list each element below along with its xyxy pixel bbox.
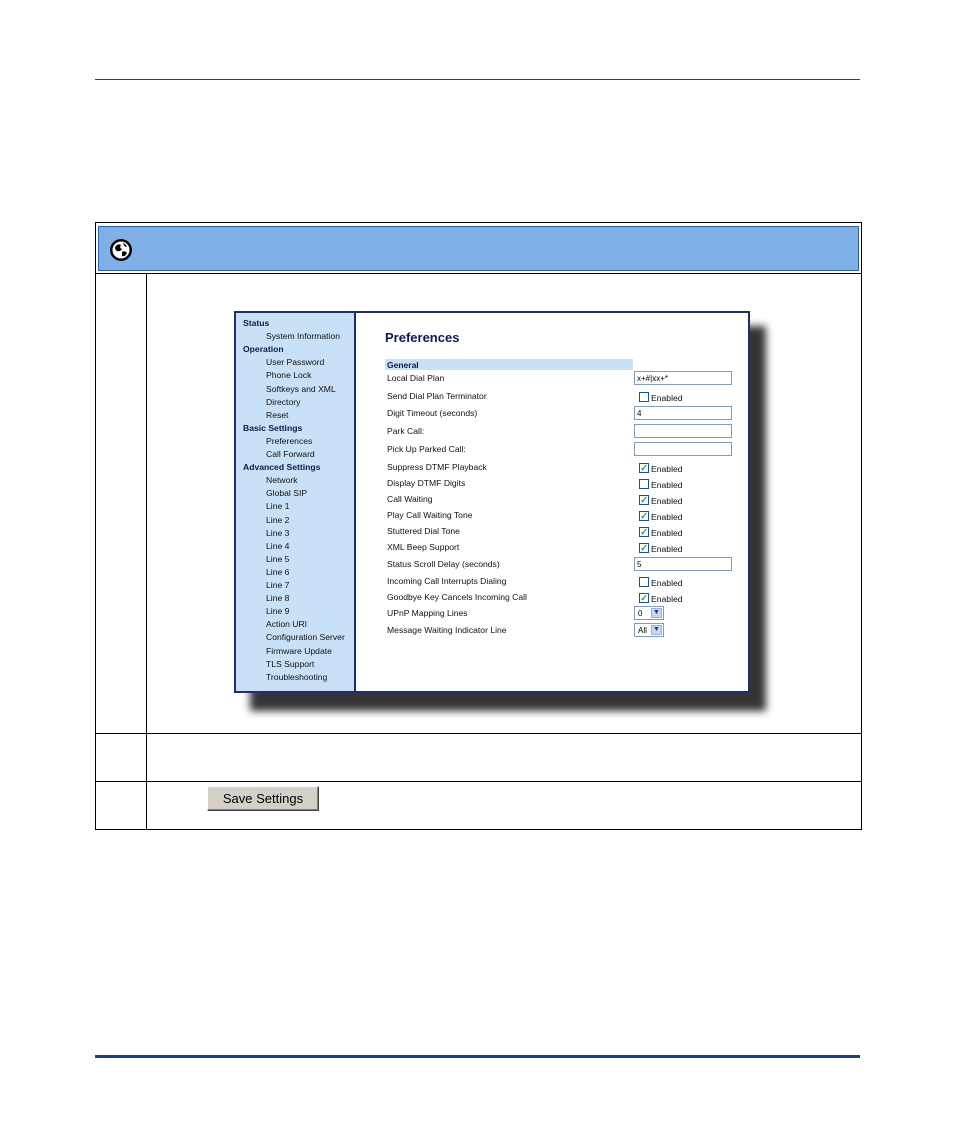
- sidebar-nav: Status System Information Operation User Pa…: [236, 313, 356, 691]
- checkbox-checked[interactable]: ✓: [639, 593, 649, 603]
- checkbox-checked[interactable]: ✓: [639, 495, 649, 505]
- setting-label: Play Call Waiting Tone: [387, 510, 473, 520]
- step-column-divider: [146, 274, 147, 829]
- web-ui-globe-icon: [110, 239, 132, 261]
- checkbox-label: Enabled: [651, 393, 683, 403]
- setting-text-input[interactable]: [634, 442, 732, 456]
- checkbox-label: Enabled: [651, 464, 683, 474]
- sidebar-category[interactable]: Basic Settings: [243, 423, 302, 433]
- setting-select[interactable]: All ▼: [634, 623, 664, 637]
- row-divider-1: [96, 733, 861, 734]
- table-header: [96, 223, 861, 274]
- sidebar-item[interactable]: System Information: [266, 331, 340, 341]
- setting-label: XML Beep Support: [387, 542, 460, 552]
- setting-label: Suppress DTMF Playback: [387, 462, 487, 472]
- save-settings-button[interactable]: Save Settings: [207, 786, 319, 811]
- checkbox-label: Enabled: [651, 544, 683, 554]
- checkbox-label: Enabled: [651, 512, 683, 522]
- setting-label: Goodbye Key Cancels Incoming Call: [387, 592, 527, 602]
- checkbox-label: Enabled: [651, 496, 683, 506]
- checkbox-checked[interactable]: ✓: [639, 463, 649, 473]
- setting-text-input[interactable]: 5: [634, 557, 732, 571]
- checkbox-label: Enabled: [651, 480, 683, 490]
- setting-text-input[interactable]: x+#|xx+*: [634, 371, 732, 385]
- sidebar-item[interactable]: Configuration Server: [266, 632, 345, 642]
- sidebar-item[interactable]: Line 7: [266, 580, 289, 590]
- setting-text-input[interactable]: [634, 424, 732, 438]
- sidebar-item[interactable]: Troubleshooting: [266, 672, 327, 682]
- sidebar-item[interactable]: Phone Lock: [266, 370, 311, 380]
- sidebar-category[interactable]: Status: [243, 318, 269, 328]
- setting-label: UPnP Mapping Lines: [387, 608, 468, 618]
- sidebar-item[interactable]: Directory: [266, 397, 300, 407]
- setting-label: Stuttered Dial Tone: [387, 526, 460, 536]
- checkbox-checked[interactable]: ✓: [639, 543, 649, 553]
- checkbox-label: Enabled: [651, 594, 683, 604]
- sidebar-item[interactable]: TLS Support: [266, 659, 314, 669]
- setting-label: Incoming Call Interrupts Dialing: [387, 576, 507, 586]
- setting-label: Message Waiting Indicator Line: [387, 625, 507, 635]
- page-bottom-rule: [95, 1055, 860, 1058]
- checkbox-unchecked[interactable]: [639, 392, 649, 402]
- setting-label: Display DTMF Digits: [387, 478, 466, 488]
- sidebar-item[interactable]: Call Forward: [266, 449, 315, 459]
- sidebar-category[interactable]: Operation: [243, 344, 284, 354]
- setting-label: Send Dial Plan Terminator: [387, 391, 487, 401]
- section-title-general: General: [387, 360, 419, 370]
- sidebar-item[interactable]: Line 9: [266, 606, 289, 616]
- select-value: 0: [638, 609, 643, 618]
- setting-label: Digit Timeout (seconds): [387, 408, 478, 418]
- sidebar-item[interactable]: Line 1: [266, 501, 289, 511]
- setting-label: Local Dial Plan: [387, 373, 445, 383]
- page-title: Preferences: [385, 330, 460, 345]
- row-divider-2: [96, 781, 861, 782]
- checkbox-label: Enabled: [651, 578, 683, 588]
- section-bar: [385, 359, 633, 370]
- header-band: [98, 226, 859, 271]
- checkbox-unchecked[interactable]: [639, 479, 649, 489]
- sidebar-item[interactable]: Network: [266, 475, 298, 485]
- sidebar-item[interactable]: Line 2: [266, 515, 289, 525]
- chevron-down-icon[interactable]: ▼: [651, 625, 662, 635]
- sidebar-item[interactable]: Global SIP: [266, 488, 307, 498]
- sidebar-item[interactable]: Reset: [266, 410, 288, 420]
- sidebar-category[interactable]: Advanced Settings: [243, 462, 320, 472]
- checkbox-unchecked[interactable]: [639, 577, 649, 587]
- chevron-down-icon[interactable]: ▼: [651, 608, 662, 618]
- sidebar-item[interactable]: Line 4: [266, 541, 289, 551]
- sidebar-item[interactable]: Line 3: [266, 528, 289, 538]
- sidebar-item[interactable]: Line 8: [266, 593, 289, 603]
- sidebar-item[interactable]: Preferences: [266, 436, 312, 446]
- sidebar-item[interactable]: Softkeys and XML: [266, 384, 336, 394]
- select-value: All: [638, 626, 647, 635]
- sidebar-item[interactable]: User Password: [266, 357, 324, 367]
- setting-label: Status Scroll Delay (seconds): [387, 559, 500, 569]
- setting-select[interactable]: 0 ▼: [634, 606, 664, 620]
- setting-text-input[interactable]: 4: [634, 406, 732, 420]
- page-top-rule: [95, 79, 860, 80]
- sidebar-item[interactable]: Line 5: [266, 554, 289, 564]
- checkbox-checked[interactable]: ✓: [639, 511, 649, 521]
- checkbox-checked[interactable]: ✓: [639, 527, 649, 537]
- preferences-screenshot: Status System Information Operation User Pa…: [234, 311, 750, 693]
- setting-label: Call Waiting: [387, 494, 433, 504]
- sidebar-item[interactable]: Firmware Update: [266, 646, 332, 656]
- checkbox-label: Enabled: [651, 528, 683, 538]
- sidebar-item[interactable]: Line 6: [266, 567, 289, 577]
- setting-label: Pick Up Parked Call:: [387, 444, 466, 454]
- setting-label: Park Call:: [387, 426, 425, 436]
- sidebar-item[interactable]: Action URI: [266, 619, 307, 629]
